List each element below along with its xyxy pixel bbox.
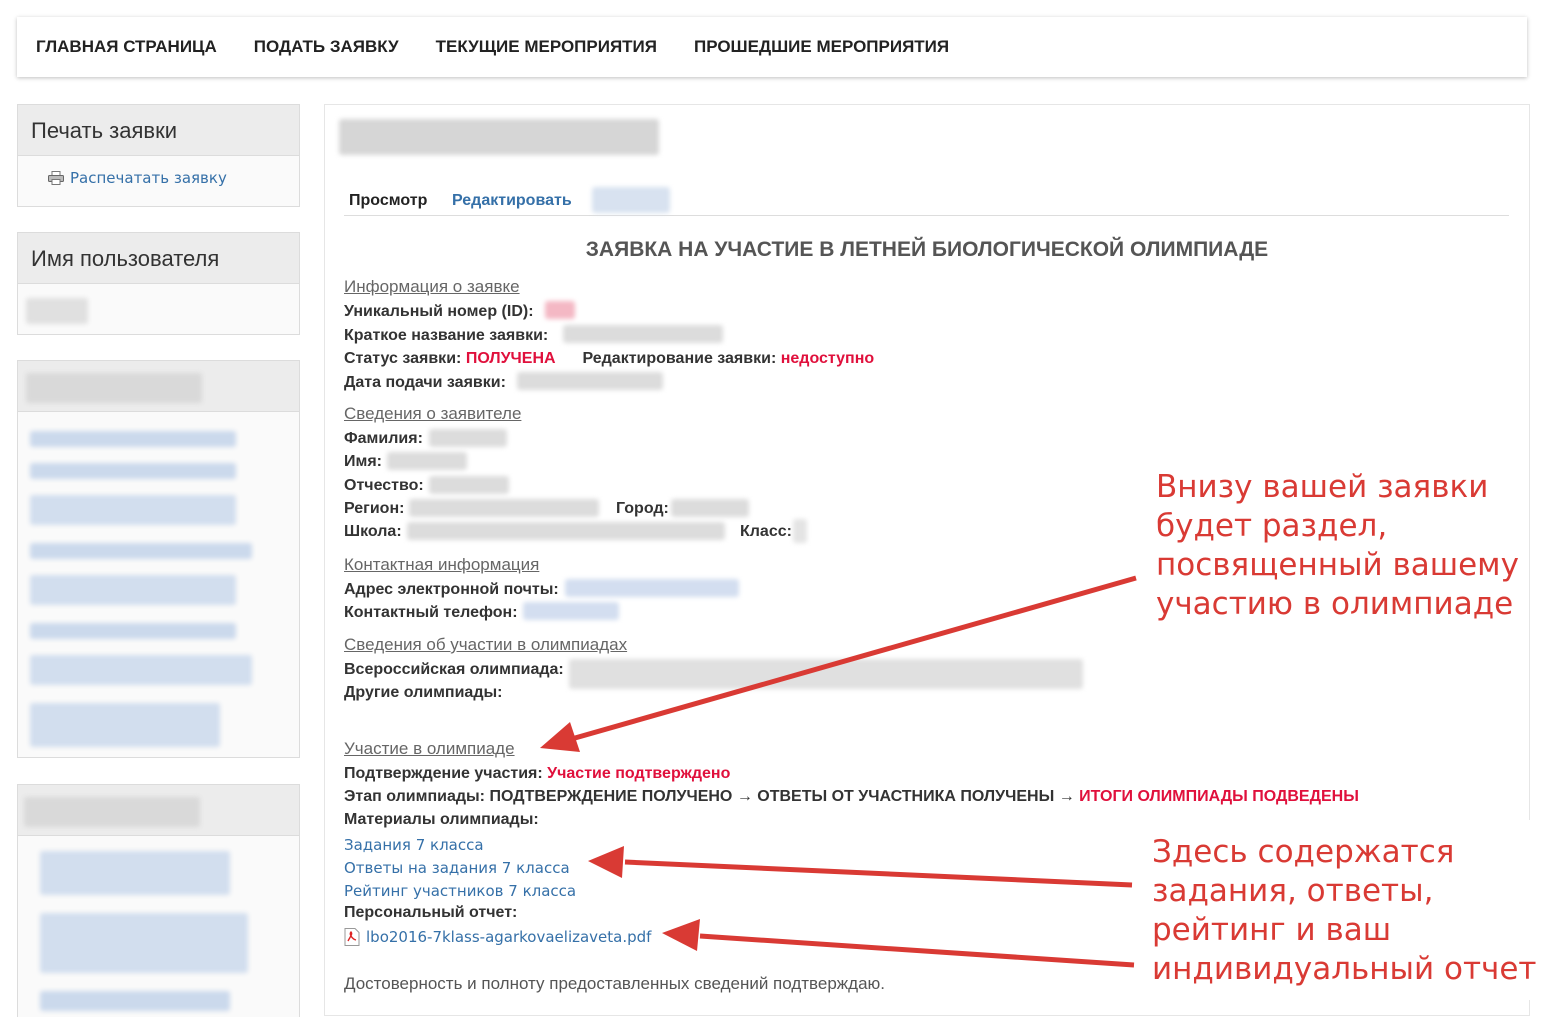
redacted-menu-item <box>30 463 236 479</box>
other-olympiads-label: Другие олимпиады: <box>344 684 503 701</box>
section-heading-olympiads: Сведения об участии в олимпиадах <box>344 635 628 654</box>
status-value: ПОЛУЧЕНА <box>465 350 556 367</box>
stage-arrow: → <box>1058 788 1075 805</box>
redacted-menu-item <box>30 703 220 747</box>
redacted-menu-item <box>30 655 252 685</box>
redacted-menu-block-2 <box>17 784 300 1017</box>
section-heading-applicant: Сведения о заявителе <box>344 404 522 423</box>
stage-2: ОТВЕТЫ ОТ УЧАСТНИКА ПОЛУЧЕНЫ <box>757 788 1055 805</box>
id-label: Уникальный номер (ID): <box>344 303 534 320</box>
section-heading-contact: Контактная информация <box>344 555 540 574</box>
user-block: Имя пользователя <box>17 232 300 335</box>
region-label: Регион: <box>344 500 405 517</box>
redacted-menu-item <box>30 575 236 605</box>
city-label: Город: <box>616 500 669 517</box>
section-heading-participation: Участие в олимпиаде <box>344 739 515 758</box>
redacted-email[interactable] <box>565 579 739 597</box>
print-application-label: Распечатать заявку <box>70 169 227 187</box>
print-block: Печать заявки Распечатать заявку <box>17 104 300 207</box>
redacted-olympiads <box>569 659 1083 689</box>
nav-past-events[interactable]: ПРОШЕДШИЕ МЕРОПРИЯТИЯ <box>694 37 949 57</box>
name-label: Имя: <box>344 453 382 470</box>
section-heading-info: Информация о заявке <box>344 277 520 296</box>
redacted-username <box>26 298 88 324</box>
surname-label: Фамилия: <box>344 430 423 447</box>
annotation-note-section: Внизу вашей заявки будет раздел, посвяще… <box>1156 469 1519 622</box>
materials-tasks-link[interactable]: Задания 7 класса <box>344 836 484 854</box>
stage-1: ПОДТВЕРЖДЕНИЕ ПОЛУЧЕНО <box>489 788 733 805</box>
redacted-menu-item <box>40 851 230 895</box>
redacted-city <box>671 499 749 517</box>
redacted-grade <box>793 519 807 543</box>
materials-rating-link[interactable]: Рейтинг участников 7 класса <box>344 882 576 900</box>
redacted-id <box>545 301 575 319</box>
redacted-date <box>517 372 663 390</box>
stage-label: Этап олимпиады: <box>344 788 485 805</box>
stage-3: ИТОГИ ОЛИМПИАДЫ ПОДВЕДЕНЫ <box>1079 788 1359 805</box>
application-title: ЗАЯВКА НА УЧАСТИЕ В ЛЕТНЕЙ БИОЛОГИЧЕСКОЙ… <box>585 238 1269 261</box>
tab-view[interactable]: Просмотр <box>349 192 427 210</box>
edit-status-label: Редактирование заявки: <box>582 350 777 367</box>
phone-label: Контактный телефон: <box>344 604 518 621</box>
redacted-phone <box>523 602 619 620</box>
redacted-region <box>409 499 599 517</box>
redacted-surname <box>429 429 507 447</box>
redacted-patronymic <box>429 476 509 494</box>
user-block-title: Имя пользователя <box>18 233 299 284</box>
annotation-note-materials: Здесь содержатся задания, ответы, рейтин… <box>1152 834 1537 987</box>
report-label: Персональный отчет: <box>344 904 518 921</box>
print-block-title: Печать заявки <box>18 105 299 156</box>
confirmation-value: Участие подтверждено <box>547 765 731 782</box>
redacted-menu-item <box>30 543 252 559</box>
short-name-label: Краткое название заявки: <box>344 327 549 344</box>
date-label: Дата подачи заявки: <box>344 374 506 391</box>
redacted-school <box>407 522 725 540</box>
status-line: Статус заявки: ПОЛУЧЕНА Редактирование з… <box>344 350 874 368</box>
status-label: Статус заявки: <box>344 350 462 367</box>
personal-report-link[interactable]: lbo2016-7klass-agarkovaelizaveta.pdf <box>344 928 651 946</box>
all-russian-label: Всероссийская олимпиада: <box>344 661 564 678</box>
email-label: Адрес электронной почты: <box>344 581 559 598</box>
redacted-menu-item <box>30 623 236 639</box>
pdf-icon <box>344 928 360 946</box>
confirmation-line: Подтверждение участия: Участие подтвержд… <box>344 765 730 783</box>
redacted-menu-title <box>18 361 299 412</box>
patronymic-label: Отчество: <box>344 477 424 494</box>
stage-line: Этап олимпиады: ПОДТВЕРЖДЕНИЕ ПОЛУЧЕНО →… <box>344 788 1359 806</box>
materials-label: Материалы олимпиады: <box>344 811 539 828</box>
redacted-menu-item <box>30 495 236 525</box>
redacted-menu-item <box>40 913 248 973</box>
stage-arrow: → <box>736 788 753 805</box>
edit-status-value: недоступно <box>780 350 875 367</box>
view-tabs: Просмотр Редактировать <box>344 187 1509 216</box>
redacted-name <box>387 452 467 470</box>
confirmation-label: Подтверждение участия: <box>344 765 543 782</box>
nav-current-events[interactable]: ТЕКУЩИЕ МЕРОПРИЯТИЯ <box>436 37 657 57</box>
redacted-menu-item <box>40 991 230 1011</box>
top-navigation: ГЛАВНАЯ СТРАНИЦА ПОДАТЬ ЗАЯВКУ ТЕКУЩИЕ М… <box>17 17 1527 77</box>
redacted-menu-item <box>30 431 236 447</box>
redacted-menu-block <box>17 360 300 758</box>
nav-submit-application[interactable]: ПОДАТЬ ЗАЯВКУ <box>254 37 399 57</box>
school-label: Школа: <box>344 523 402 540</box>
confirmation-footer: Достоверность и полноту предоставленных … <box>344 974 886 993</box>
tab-edit[interactable]: Редактировать <box>452 192 572 210</box>
print-application-link[interactable]: Распечатать заявку <box>48 169 227 187</box>
nav-home[interactable]: ГЛАВНАЯ СТРАНИЦА <box>36 37 217 57</box>
redacted-menu-title <box>18 785 299 836</box>
redacted-tab[interactable] <box>592 187 670 213</box>
printer-icon <box>48 171 64 185</box>
redacted-application-name <box>339 119 659 155</box>
redacted-short-name <box>563 325 723 343</box>
personal-report-filename: lbo2016-7klass-agarkovaelizaveta.pdf <box>366 928 652 946</box>
grade-label: Класс: <box>740 523 792 540</box>
materials-answers-link[interactable]: Ответы на задания 7 класса <box>344 859 570 877</box>
